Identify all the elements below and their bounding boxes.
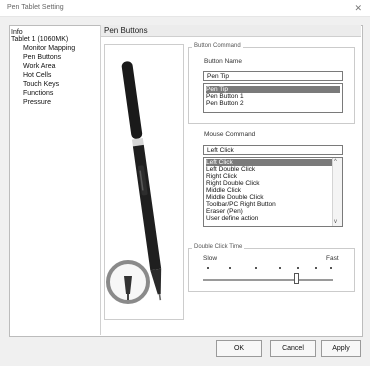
mouse-command-scrollbar[interactable]: ^ v [332, 158, 342, 226]
settings-nav-tree: Info Tablet 1 (1060MK) Monitor Mapping P… [9, 25, 101, 335]
button-option[interactable]: Pen Button 1 [206, 93, 244, 100]
button-list: Pen Tip Pen Button 1 Pen Button 2 [203, 83, 343, 113]
mouse-command-option[interactable]: Right Click [206, 173, 237, 180]
button-option[interactable]: Pen Tip [206, 86, 340, 93]
slider-tick [279, 267, 281, 269]
mouse-command-option[interactable]: Toolbar/PC Right Button [206, 201, 276, 208]
slider-tick [330, 267, 332, 269]
apply-button[interactable]: Apply [321, 340, 361, 357]
mouse-command-option[interactable]: Left Click [206, 159, 334, 166]
double-click-legend: Double Click Time [192, 244, 245, 250]
tree-item-monitor-mapping[interactable]: Monitor Mapping [23, 45, 75, 52]
mouse-command-option[interactable]: Right Double Click [206, 180, 259, 187]
slider-tick [229, 267, 231, 269]
double-click-slider-thumb[interactable] [294, 273, 300, 284]
mouse-command-label: Mouse Command [204, 131, 256, 138]
mouse-command-option[interactable]: Eraser (Pen) [206, 208, 243, 215]
tree-item-info[interactable]: Info [11, 29, 23, 36]
slider-tick [207, 267, 209, 269]
magnifier-icon [106, 260, 150, 304]
scroll-down-icon[interactable]: v [334, 219, 337, 225]
button-name-field[interactable]: Pen Tip [203, 71, 343, 81]
fast-label: Fast [326, 255, 339, 262]
mouse-command-option[interactable]: User define action [206, 215, 258, 222]
mouse-command-option[interactable]: Left Double Click [206, 166, 255, 173]
tree-item-work-area[interactable]: Work Area [23, 63, 56, 70]
button-name-label: Button Name [204, 58, 242, 65]
button-option[interactable]: Pen Button 2 [206, 100, 244, 107]
tree-item-tablet[interactable]: Tablet 1 (1060MK) [11, 36, 68, 43]
tree-item-hot-cells[interactable]: Hot Cells [23, 72, 51, 79]
cancel-button[interactable]: Cancel [270, 340, 316, 357]
button-command-legend: Button Command [192, 43, 243, 49]
mouse-command-list: Left Click Left Double Click Right Click… [203, 157, 343, 227]
scroll-up-icon[interactable]: ^ [334, 159, 337, 165]
tree-item-pressure[interactable]: Pressure [23, 99, 51, 106]
section-title: Pen Buttons [104, 26, 148, 35]
slider-tick [297, 267, 299, 269]
slider-tick [255, 267, 257, 269]
tree-item-functions[interactable]: Functions [23, 90, 53, 97]
close-icon[interactable]: ✕ [354, 3, 362, 14]
window-title: Pen Tablet Setting [7, 4, 64, 11]
mouse-command-field[interactable]: Left Click [203, 145, 343, 155]
slow-label: Slow [203, 255, 218, 262]
slider-tick [315, 267, 317, 269]
ok-button-visible[interactable]: OK [216, 340, 262, 357]
title-bar: Pen Tablet Setting ✕ [0, 0, 370, 17]
mouse-command-option[interactable]: Middle Double Click [206, 194, 263, 201]
mouse-command-option[interactable]: Middle Click [206, 187, 241, 194]
double-click-slider-track[interactable] [203, 279, 333, 281]
tree-item-pen-buttons[interactable]: Pen Buttons [23, 54, 61, 61]
tree-item-touch-keys[interactable]: Touch Keys [23, 81, 59, 88]
